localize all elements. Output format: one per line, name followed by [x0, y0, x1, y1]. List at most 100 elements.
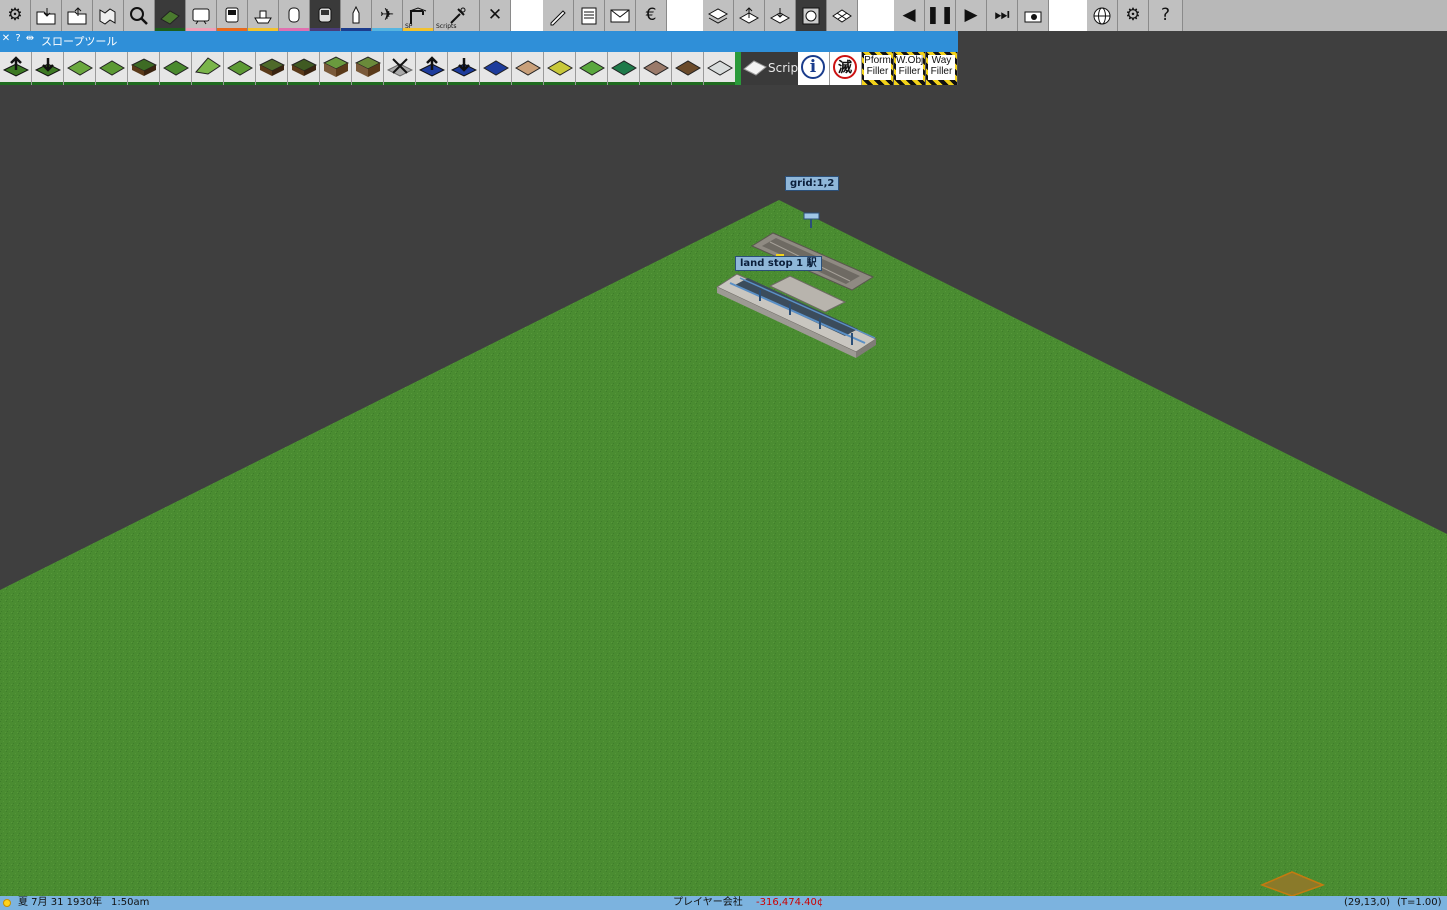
finance-euro-icon[interactable]: €	[636, 0, 667, 31]
snow-tile-button[interactable]	[704, 52, 736, 85]
slope-w-button[interactable]	[160, 52, 192, 85]
slope-up-n-icon	[323, 56, 349, 77]
display-settings-gear-icon[interactable]: ⚙	[1118, 0, 1149, 31]
road-vehicle-tool-icon[interactable]	[217, 0, 248, 31]
way-filler-label-1: Way	[931, 55, 952, 66]
lower-land-arrow-button[interactable]	[32, 52, 64, 85]
meadow-tile-button[interactable]	[544, 52, 576, 85]
destroy-tool-button[interactable]: 滅	[830, 52, 862, 85]
newspaper-icon[interactable]	[574, 0, 605, 31]
play-icon[interactable]: ▶	[956, 0, 987, 31]
train-tool-icon[interactable]	[310, 0, 341, 31]
destroy-kanji-icon: 滅	[833, 55, 857, 79]
script-tool-button[interactable]: Script	[741, 52, 803, 85]
maglev-tool-icon[interactable]	[341, 0, 372, 31]
help-question-icon[interactable]: ?	[1149, 0, 1183, 31]
player-company-text: プレイヤー会社	[673, 897, 743, 908]
lower-land-arrow-icon	[35, 58, 61, 77]
platform-filler-label-2: Filler	[866, 66, 889, 77]
close-window-icon[interactable]: ✕	[1, 33, 11, 45]
map-overview-icon[interactable]	[93, 0, 124, 31]
meadow-tile-icon	[547, 60, 573, 76]
slope-e-icon	[99, 60, 125, 76]
edit-sign-icon[interactable]	[543, 0, 574, 31]
slope-window-titlebar[interactable]: ✕ ? ⇹ スロープツール	[0, 31, 958, 52]
wayobj-filler-label-1: W.Obj	[896, 55, 924, 66]
rock-tile-button[interactable]	[640, 52, 672, 85]
pin-window-icon[interactable]: ⇹	[25, 33, 35, 45]
slope-e-button[interactable]	[96, 52, 128, 85]
sand-tile-button[interactable]	[512, 52, 544, 85]
slope-se-icon	[259, 58, 285, 76]
speed-text: (T=1.00)	[1397, 897, 1442, 908]
platform-filler-button[interactable]: Pform Filler	[862, 52, 894, 85]
grid-coordinate-label: grid:1,2	[785, 176, 840, 191]
dirt-tile-button[interactable]	[672, 52, 704, 85]
lower-layer-icon[interactable]	[765, 0, 796, 31]
slope-up-s-button[interactable]	[352, 52, 384, 85]
raise-water-icon	[419, 56, 445, 77]
slope-ne-button[interactable]	[192, 52, 224, 85]
slope-up-s-icon	[355, 56, 381, 77]
raise-land-arrow-button[interactable]	[0, 52, 32, 85]
grid-toggle-icon[interactable]	[827, 0, 858, 31]
pause-icon[interactable]: ❚❚	[925, 0, 956, 31]
load-game-icon[interactable]	[31, 0, 62, 31]
dirt-tile-icon	[675, 60, 701, 76]
slope-s-icon	[131, 58, 157, 76]
layers-icon[interactable]	[703, 0, 734, 31]
lower-water-icon	[451, 58, 477, 77]
toolbar-empty-area	[1183, 0, 1447, 31]
forest-tile-icon	[611, 60, 637, 76]
water-tile-button[interactable]	[480, 52, 512, 85]
snow-tile-icon	[707, 60, 733, 76]
search-magnifier-icon[interactable]	[124, 0, 155, 31]
sand-tile-icon	[515, 60, 541, 76]
slope-n-button[interactable]	[64, 52, 96, 85]
station-name-label[interactable]: land stop 1 駅	[735, 256, 822, 271]
lower-water-button[interactable]	[448, 52, 480, 85]
screenshot-camera-icon[interactable]	[1018, 0, 1049, 31]
way-filler-button[interactable]: Way Filler	[926, 52, 958, 85]
remove-tool-x-icon[interactable]: ✕	[480, 0, 511, 31]
money-text: -316,474.40¢	[756, 897, 824, 908]
slope-sw-button[interactable]	[288, 52, 320, 85]
network-globe-icon[interactable]	[1087, 0, 1118, 31]
messages-envelope-icon[interactable]	[605, 0, 636, 31]
raise-water-button[interactable]	[416, 52, 448, 85]
slope-up-n-button[interactable]	[320, 52, 352, 85]
slope-w-icon	[163, 60, 189, 76]
rewind-icon[interactable]: ◀	[894, 0, 925, 31]
tram-tool-icon[interactable]	[186, 0, 217, 31]
info-icon: i	[801, 55, 825, 79]
coordinates-text: (29,13,0)	[1344, 897, 1390, 908]
info-tool-button[interactable]: i	[798, 52, 830, 85]
slope-nw-button[interactable]	[224, 52, 256, 85]
settings-gear-icon[interactable]: ⚙	[0, 0, 31, 31]
forest-tile-button[interactable]	[608, 52, 640, 85]
zoom-view-icon[interactable]	[796, 0, 827, 31]
help-window-icon[interactable]: ?	[13, 33, 23, 45]
airplane-tool-icon[interactable]: ✈	[372, 0, 403, 31]
ship-tool-icon[interactable]	[248, 0, 279, 31]
monorail-tool-icon[interactable]	[279, 0, 310, 31]
scripts-tool-icon[interactable]: Scripts	[434, 0, 480, 31]
wayobj-filler-button[interactable]: W.Obj Filler	[894, 52, 926, 85]
slope-tool-tab-icon[interactable]	[155, 0, 186, 31]
grass-tile-button[interactable]	[576, 52, 608, 85]
toolbar-spacer	[858, 0, 894, 31]
game-map-view[interactable]: grid:1,2 land stop 1 駅	[0, 85, 1447, 897]
restore-slope-button[interactable]	[384, 52, 416, 85]
slope-nw-icon	[227, 60, 253, 76]
raise-layer-icon[interactable]	[734, 0, 765, 31]
fast-forward-icon[interactable]: ⏭	[987, 0, 1018, 31]
slope-s-button[interactable]	[128, 52, 160, 85]
grass-terrain[interactable]	[0, 200, 1447, 896]
slope-se-button[interactable]	[256, 52, 288, 85]
slope-n-icon	[67, 60, 93, 76]
way-filler-label-2: Filler	[930, 66, 953, 77]
slope-sw-icon	[291, 58, 317, 76]
special-construction-tool-icon[interactable]: SP	[403, 0, 434, 31]
restore-slope-icon	[387, 58, 413, 77]
save-game-icon[interactable]	[62, 0, 93, 31]
